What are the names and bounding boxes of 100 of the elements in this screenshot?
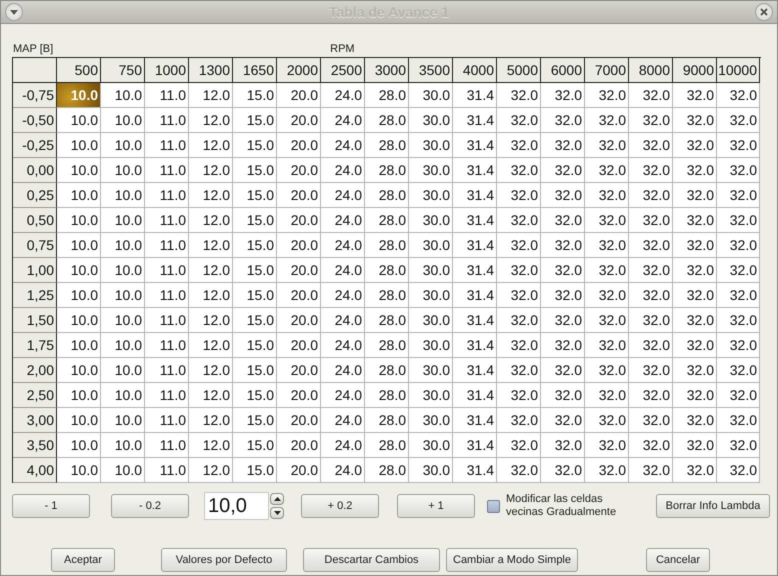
table-cell[interactable]: 28.0 (365, 283, 409, 308)
table-cell[interactable]: 31.4 (453, 208, 497, 233)
table-cell[interactable]: 32.0 (585, 358, 629, 383)
table-cell[interactable]: 11.0 (145, 308, 189, 333)
table-cell[interactable]: 15.0 (233, 333, 277, 358)
table-cell[interactable]: 24.0 (321, 383, 365, 408)
table-cell[interactable]: 32.0 (673, 358, 717, 383)
table-cell[interactable]: 12.0 (189, 433, 233, 458)
table-cell[interactable]: 10.0 (57, 258, 101, 283)
table-cell[interactable]: 32.0 (541, 83, 585, 108)
table-cell[interactable]: 10.0 (101, 133, 145, 158)
increment-button[interactable]: + 1 (397, 494, 475, 518)
table-cell[interactable]: 28.0 (365, 433, 409, 458)
table-cell[interactable]: 30.0 (409, 283, 453, 308)
table-cell[interactable]: 32.0 (497, 233, 541, 258)
table-cell[interactable]: 32.0 (629, 308, 673, 333)
table-cell[interactable]: 31.4 (453, 283, 497, 308)
table-cell[interactable]: 31.4 (453, 183, 497, 208)
table-cell[interactable]: 24.0 (321, 83, 365, 108)
table-cell[interactable]: 10.0 (57, 333, 101, 358)
table-cell[interactable]: 32.0 (629, 233, 673, 258)
table-cell[interactable]: 20.0 (277, 258, 321, 283)
table-cell[interactable]: 32.0 (541, 208, 585, 233)
table-cell[interactable]: 32.0 (717, 233, 760, 258)
table-cell[interactable]: 32.0 (717, 283, 760, 308)
table-cell[interactable]: 10.0 (101, 108, 145, 133)
table-cell[interactable]: 31.4 (453, 158, 497, 183)
table-cell[interactable]: 32.0 (541, 458, 585, 483)
table-cell[interactable]: 32.0 (629, 383, 673, 408)
table-cell[interactable]: 32.0 (717, 258, 760, 283)
table-cell[interactable]: 32.0 (497, 358, 541, 383)
table-cell[interactable]: 32.0 (629, 408, 673, 433)
table-cell[interactable]: 28.0 (365, 233, 409, 258)
table-cell[interactable]: 10.0 (101, 158, 145, 183)
table-cell[interactable]: 32.0 (585, 158, 629, 183)
table-cell[interactable]: 32.0 (717, 358, 760, 383)
table-cell[interactable]: 15.0 (233, 458, 277, 483)
table-cell[interactable]: 32.0 (717, 183, 760, 208)
table-cell[interactable]: 32.0 (497, 258, 541, 283)
table-cell[interactable]: 32.0 (585, 283, 629, 308)
table-cell[interactable]: 32.0 (585, 383, 629, 408)
discard-button[interactable]: Descartar Cambios (303, 548, 440, 572)
table-cell[interactable]: 20.0 (277, 183, 321, 208)
table-cell[interactable]: 28.0 (365, 183, 409, 208)
table-cell[interactable]: 30.0 (409, 383, 453, 408)
defaults-button[interactable]: Valores por Defecto (161, 548, 287, 572)
table-cell[interactable]: 12.0 (189, 458, 233, 483)
table-cell[interactable]: 10.0 (57, 383, 101, 408)
table-cell[interactable]: 31.4 (453, 458, 497, 483)
table-cell[interactable]: 32.0 (497, 208, 541, 233)
table-cell[interactable]: 32.0 (717, 383, 760, 408)
table-cell[interactable]: 31.4 (453, 433, 497, 458)
table-cell[interactable]: 28.0 (365, 408, 409, 433)
table-cell[interactable]: 32.0 (585, 258, 629, 283)
close-button[interactable] (755, 3, 773, 21)
table-cell[interactable]: 30.0 (409, 133, 453, 158)
table-cell[interactable]: 10.0 (57, 158, 101, 183)
simple-mode-button[interactable]: Cambiar a Modo Simple (446, 548, 578, 572)
table-cell[interactable]: 30.0 (409, 333, 453, 358)
menu-button[interactable] (5, 3, 23, 21)
table-cell[interactable]: 24.0 (321, 433, 365, 458)
table-cell[interactable]: 32.0 (497, 133, 541, 158)
table-cell[interactable]: 32.0 (717, 408, 760, 433)
table-cell[interactable]: 20.0 (277, 108, 321, 133)
table-cell[interactable]: 32.0 (541, 333, 585, 358)
table-cell[interactable]: 32.0 (673, 458, 717, 483)
table-cell[interactable]: 11.0 (145, 383, 189, 408)
table-cell[interactable]: 11.0 (145, 458, 189, 483)
table-cell[interactable]: 32.0 (629, 258, 673, 283)
table-cell[interactable]: 20.0 (277, 283, 321, 308)
table-cell[interactable]: 15.0 (233, 258, 277, 283)
table-cell[interactable]: 32.0 (585, 133, 629, 158)
table-cell[interactable]: 32.0 (585, 183, 629, 208)
table-cell[interactable]: 10.0 (57, 233, 101, 258)
table-cell[interactable]: 32.0 (541, 258, 585, 283)
decrement-button[interactable]: - 0.2 (111, 494, 189, 518)
table-cell[interactable]: 32.0 (673, 133, 717, 158)
table-cell[interactable]: 15.0 (233, 133, 277, 158)
table-cell[interactable]: 11.0 (145, 433, 189, 458)
clear-lambda-button[interactable]: Borrar Info Lambda (656, 494, 770, 518)
table-cell[interactable]: 10.0 (57, 83, 101, 108)
table-cell[interactable]: 12.0 (189, 258, 233, 283)
table-cell[interactable]: 32.0 (497, 333, 541, 358)
table-cell[interactable]: 24.0 (321, 308, 365, 333)
table-cell[interactable]: 10.0 (101, 83, 145, 108)
spin-down-button[interactable] (270, 507, 284, 519)
table-cell[interactable]: 32.0 (673, 108, 717, 133)
table-cell[interactable]: 32.0 (629, 283, 673, 308)
table-cell[interactable]: 11.0 (145, 108, 189, 133)
table-cell[interactable]: 32.0 (541, 233, 585, 258)
accept-button[interactable]: Aceptar (51, 548, 115, 572)
table-cell[interactable]: 24.0 (321, 208, 365, 233)
table-cell[interactable]: 32.0 (629, 358, 673, 383)
table-cell[interactable]: 24.0 (321, 358, 365, 383)
table-cell[interactable]: 24.0 (321, 133, 365, 158)
table-cell[interactable]: 10.0 (101, 408, 145, 433)
increment-button[interactable]: + 0.2 (301, 494, 379, 518)
table-cell[interactable]: 32.0 (541, 108, 585, 133)
table-cell[interactable]: 30.0 (409, 358, 453, 383)
table-cell[interactable]: 31.4 (453, 408, 497, 433)
